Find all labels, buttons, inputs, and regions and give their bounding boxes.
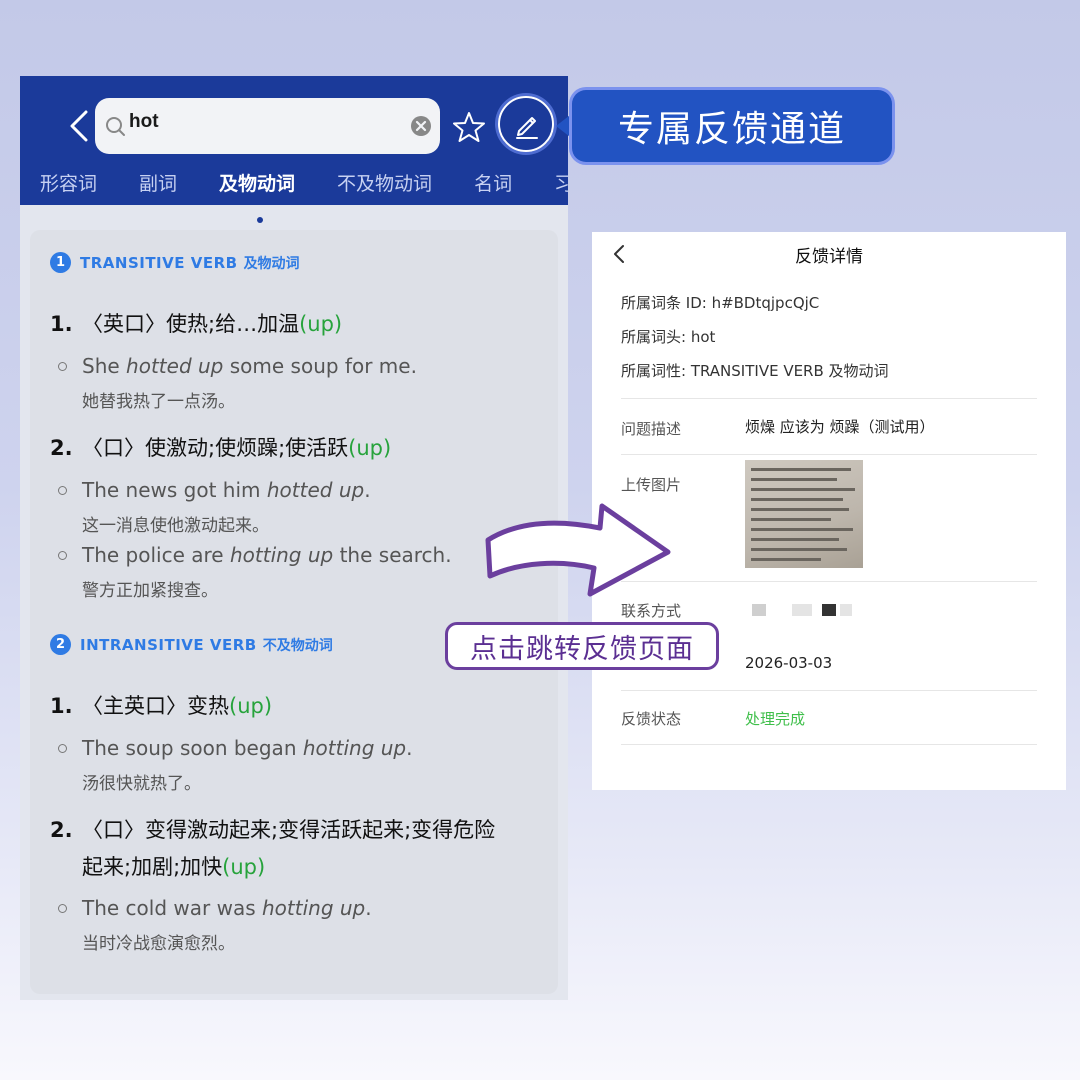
divider xyxy=(621,454,1037,455)
status-value: 处理完成 xyxy=(745,710,806,728)
search-input[interactable]: hot xyxy=(95,98,440,154)
bullet-icon xyxy=(58,744,67,753)
feedback-edit-button[interactable] xyxy=(498,96,554,152)
divider xyxy=(621,744,1037,745)
uploaded-image-thumbnail[interactable] xyxy=(745,460,863,568)
tab-adverb[interactable]: 副词 xyxy=(139,169,177,196)
divider xyxy=(621,581,1037,582)
redacted-contact xyxy=(752,604,766,616)
bullet-icon xyxy=(58,362,67,371)
definition-text: 〈英口〉使热;给…加温 xyxy=(82,312,300,336)
search-query: hot xyxy=(129,111,159,132)
redacted-contact xyxy=(822,604,836,616)
page-title: 反馈详情 xyxy=(795,247,863,267)
tab-more[interactable]: 习 xyxy=(554,169,568,196)
definition-text: 〈主英口〉变热 xyxy=(82,694,229,718)
redacted-contact xyxy=(840,604,852,616)
tab-adjective[interactable]: 形容词 xyxy=(40,169,97,196)
definition: 1. 〈英口〉使热;给…加温(up) xyxy=(50,306,550,343)
example-cn: 当时冷战愈演愈烈。 xyxy=(82,934,235,954)
example-cn: 她替我热了一点汤。 xyxy=(82,392,235,412)
divider xyxy=(621,398,1037,399)
section-title-cn: 不及物动词 xyxy=(262,637,333,654)
example-en: The cold war was hotting up. xyxy=(82,896,372,920)
section-header-intransitive: 2 INTRANSITIVE VERB 不及物动词 xyxy=(50,634,333,655)
section-title: TRANSITIVE VERB xyxy=(80,253,238,272)
example-cn: 警方正加紧搜查。 xyxy=(82,581,218,601)
definition: 2. 〈口〉使激动;使烦躁;使活跃(up) xyxy=(50,430,550,467)
entry-id: 所属词条 ID: h#BDtqjpcQjC xyxy=(621,294,820,312)
part-of-speech: 所属词性: TRANSITIVE VERB 及物动词 xyxy=(621,362,889,380)
date-value: 2026-03-03 xyxy=(745,654,833,672)
example-en: The soup soon began hotting up. xyxy=(82,736,413,760)
definition: 2. 〈口〉变得激动起来;变得活跃起来;变得危险 起来;加剧;加快(up) xyxy=(50,812,550,886)
definition-text: 〈口〉变得激动起来;变得活跃起来;变得危险 xyxy=(82,818,496,842)
part-of-speech-tabs: 形容词 副词 及物动词 不及物动词 名词 习 xyxy=(20,160,568,205)
example-en: The news got him hotted up. xyxy=(82,478,371,502)
tab-intransitive-verb[interactable]: 不及物动词 xyxy=(337,169,432,196)
definition: 1. 〈主英口〉变热(up) xyxy=(50,688,550,725)
definition-text-line2: 起来;加剧;加快 xyxy=(82,855,223,879)
section-number: 1 xyxy=(50,252,71,273)
callout-text: 专属反馈通道 xyxy=(617,109,846,150)
callout-bubble: 专属反馈通道 xyxy=(572,90,892,162)
feedback-link-label[interactable]: 点击跳转反馈页面 xyxy=(445,622,719,670)
particle-up: (up) xyxy=(299,312,343,336)
section-title-cn: 及物动词 xyxy=(243,255,300,272)
section-title: INTRANSITIVE VERB xyxy=(80,635,257,654)
description-label: 问题描述 xyxy=(621,420,682,438)
bullet-icon xyxy=(58,904,67,913)
particle-up: (up) xyxy=(222,855,266,879)
particle-up: (up) xyxy=(348,436,392,460)
page-indicator-dot xyxy=(257,217,263,223)
tab-transitive-verb[interactable]: 及物动词 xyxy=(219,169,295,196)
definition-number: 2. xyxy=(50,818,73,842)
example-cn: 汤很快就热了。 xyxy=(82,774,201,794)
tab-noun[interactable]: 名词 xyxy=(474,169,512,196)
definition-number: 2. xyxy=(50,436,73,460)
definition-text: 〈口〉使激动;使烦躁;使活跃 xyxy=(82,436,349,460)
pencil-icon xyxy=(516,117,538,139)
favorite-star-icon[interactable] xyxy=(452,110,486,144)
bullet-icon xyxy=(58,551,67,560)
back-arrow-icon[interactable] xyxy=(60,106,100,146)
bullet-icon xyxy=(58,486,67,495)
redacted-contact xyxy=(792,604,812,616)
definition-card: 1 TRANSITIVE VERB 及物动词 1. 〈英口〉使热;给…加温(up)… xyxy=(30,230,558,994)
clear-icon[interactable] xyxy=(410,115,432,137)
example-en: She hotted up some soup for me. xyxy=(82,354,417,378)
particle-up: (up) xyxy=(229,694,273,718)
definition-number: 1. xyxy=(50,312,73,336)
search-icon xyxy=(106,117,125,136)
headword: 所属词头: hot xyxy=(621,328,716,346)
status-label: 反馈状态 xyxy=(621,710,682,728)
description-value: 烦燥 应该为 烦躁（测试用） xyxy=(745,418,935,436)
definition-number: 1. xyxy=(50,694,73,718)
app-header: hot 形容词 副词 及物动词 不及物动词 名词 习 xyxy=(20,76,568,205)
section-number: 2 xyxy=(50,634,71,655)
example-cn: 这一消息使他激动起来。 xyxy=(82,516,269,536)
divider xyxy=(621,690,1037,691)
right-arrow-icon xyxy=(485,503,671,597)
section-header-transitive: 1 TRANSITIVE VERB 及物动词 xyxy=(50,252,300,273)
example-en: The police are hotting up the search. xyxy=(82,543,452,567)
